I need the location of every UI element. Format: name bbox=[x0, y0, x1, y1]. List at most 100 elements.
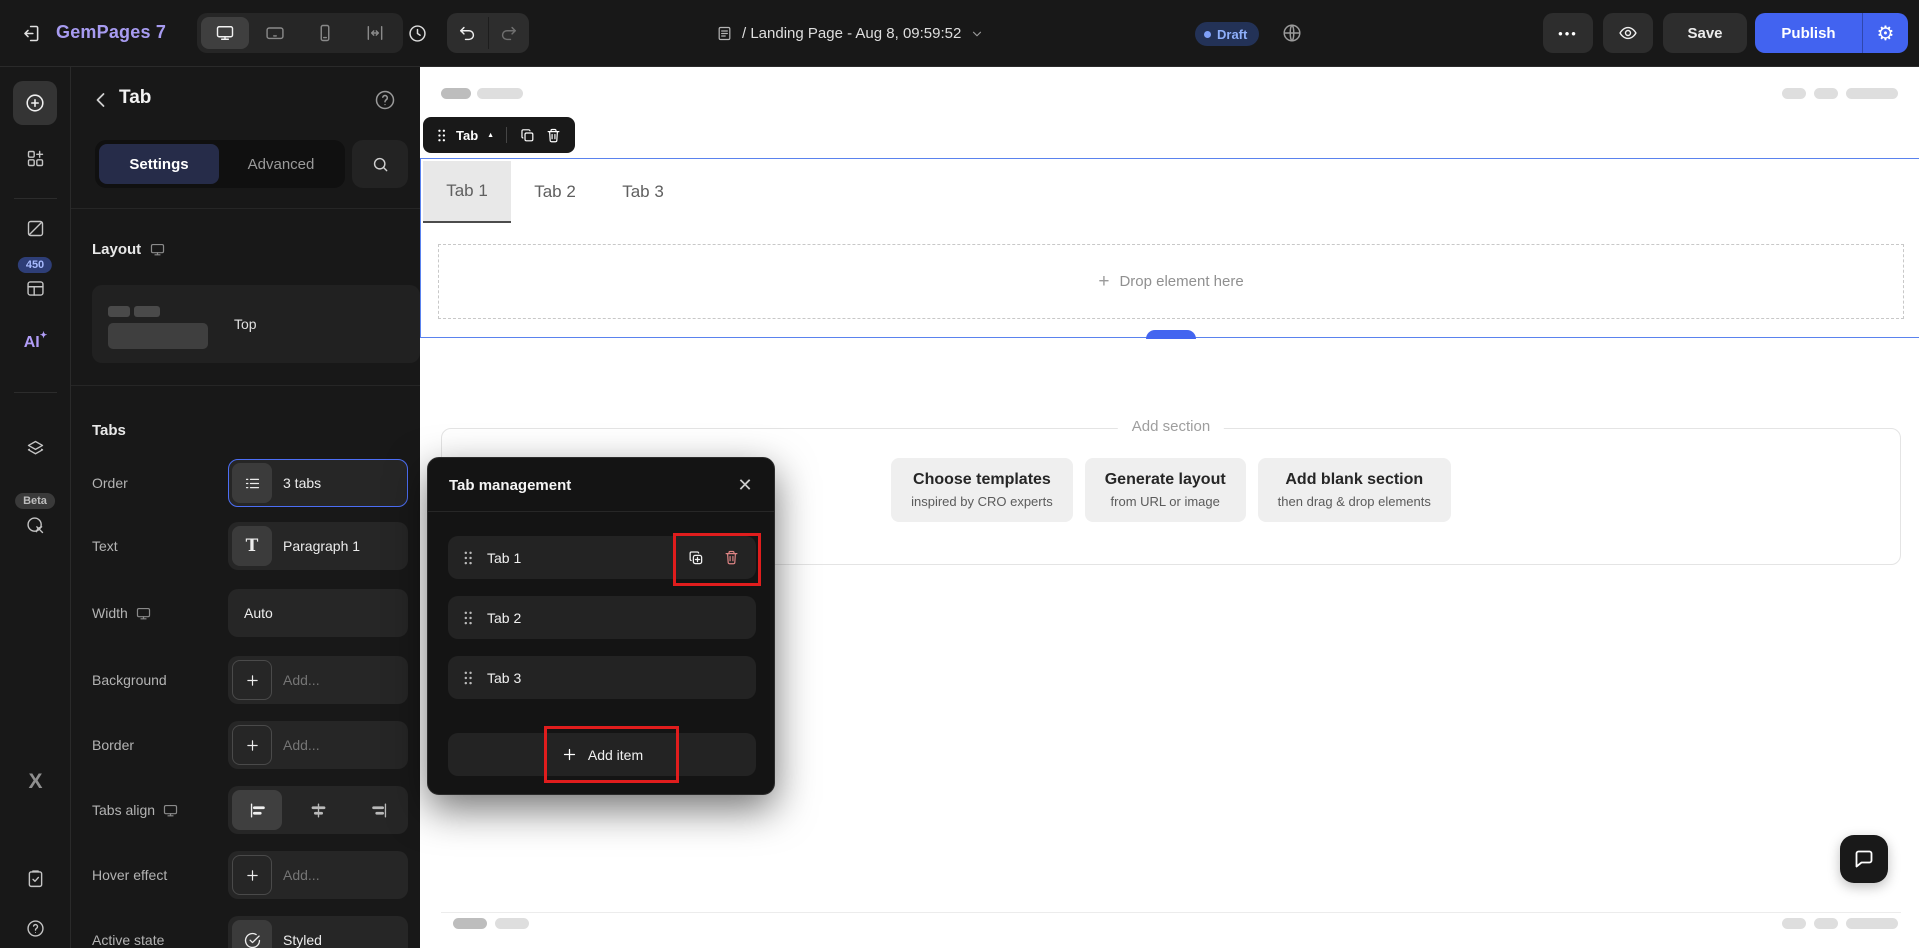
footer-skeleton-bar bbox=[1814, 918, 1838, 929]
panel-help-icon[interactable] bbox=[373, 88, 397, 112]
drop-zone-label: Drop element here bbox=[1119, 273, 1243, 290]
left-icon-sidebar: 450 AI✦ Beta X bbox=[0, 67, 71, 948]
drag-handle-icon[interactable] bbox=[462, 610, 474, 626]
modal-tab-row-3[interactable]: Tab 3 bbox=[448, 656, 756, 699]
drop-element-zone[interactable]: + Drop element here bbox=[438, 244, 1904, 319]
publish-button[interactable]: Publish bbox=[1755, 13, 1862, 53]
modal-tab-row-2[interactable]: Tab 2 bbox=[448, 596, 756, 639]
setting-value: Add... bbox=[283, 867, 320, 883]
panel-search-button[interactable] bbox=[352, 140, 408, 188]
align-right-option[interactable] bbox=[354, 790, 404, 830]
align-left-option[interactable] bbox=[232, 790, 282, 830]
layout-position-card[interactable]: Top bbox=[92, 285, 420, 363]
undo-button[interactable] bbox=[447, 13, 488, 53]
caret-up-icon[interactable]: ▲ bbox=[487, 132, 494, 139]
chevron-down-icon bbox=[970, 27, 984, 41]
panel-divider bbox=[71, 208, 420, 209]
beta-badge: Beta bbox=[15, 493, 55, 509]
setting-label: Width bbox=[92, 589, 152, 637]
drag-handle-icon[interactable] bbox=[462, 550, 474, 566]
choose-templates-button[interactable]: Choose templatesinspired by CRO experts bbox=[891, 458, 1073, 522]
version-history-icon[interactable] bbox=[407, 23, 428, 44]
interactions-button[interactable] bbox=[0, 515, 71, 536]
text-control[interactable]: TParagraph 1 bbox=[228, 522, 408, 570]
setting-label-text: Background bbox=[92, 672, 167, 688]
order-control[interactable]: 3 tabs bbox=[228, 459, 408, 507]
more-options-button[interactable]: ••• bbox=[1543, 13, 1593, 53]
background-control[interactable]: Add... bbox=[228, 656, 408, 704]
layout-thumb-tab2 bbox=[134, 306, 160, 317]
active-state-control[interactable]: Styled bbox=[228, 916, 408, 948]
resize-handle[interactable] bbox=[1146, 330, 1196, 339]
canvas-tab-2[interactable]: Tab 2 bbox=[511, 161, 599, 223]
x-integration-button[interactable]: X bbox=[0, 770, 71, 794]
footer-skeleton-bar bbox=[1846, 918, 1898, 929]
device-mode-mobile[interactable] bbox=[301, 17, 349, 49]
layout-section-heading: Layout bbox=[92, 241, 166, 258]
device-mode-desktop[interactable] bbox=[201, 17, 249, 49]
drag-handle-icon[interactable] bbox=[462, 670, 474, 686]
click-target-icon bbox=[25, 515, 46, 536]
exit-editor-icon[interactable] bbox=[21, 23, 42, 44]
setting-label-text: Tabs align bbox=[92, 802, 155, 818]
publish-settings-gear-icon[interactable]: ⚙ bbox=[1862, 13, 1908, 53]
delete-icon[interactable] bbox=[545, 127, 562, 144]
add-blank-section-button[interactable]: Add blank sectionthen drag & drop elemen… bbox=[1258, 458, 1451, 522]
add-element-button[interactable] bbox=[13, 81, 57, 125]
tablet-icon bbox=[265, 23, 285, 43]
canvas-tab-3[interactable]: Tab 3 bbox=[599, 161, 687, 223]
setting-label-text: Order bbox=[92, 475, 128, 491]
clipboard-check-icon bbox=[25, 868, 46, 889]
hover-effect-control[interactable]: Add... bbox=[228, 851, 408, 899]
annotation-box-add-item bbox=[544, 726, 679, 783]
generate-layout-button[interactable]: Generate layoutfrom URL or image bbox=[1085, 458, 1246, 522]
device-mode-fit-width[interactable] bbox=[351, 17, 399, 49]
preview-button[interactable] bbox=[1603, 13, 1653, 53]
canvas-tab-1[interactable]: Tab 1 bbox=[423, 161, 511, 223]
redo-button[interactable] bbox=[489, 13, 530, 53]
page-title-group[interactable]: / Landing Page - Aug 8, 09:59:52 bbox=[716, 0, 984, 67]
back-chevron-icon[interactable] bbox=[89, 88, 113, 112]
footer-skeleton-bar bbox=[1782, 918, 1806, 929]
pages-button[interactable] bbox=[0, 218, 71, 239]
chat-support-button[interactable] bbox=[1840, 835, 1888, 883]
setting-value: Styled bbox=[283, 932, 322, 948]
align-left-icon bbox=[248, 801, 267, 820]
tab-advanced[interactable]: Advanced bbox=[221, 144, 341, 184]
device-mode-switcher bbox=[197, 13, 403, 53]
templates-button[interactable] bbox=[0, 278, 71, 299]
ai-assistant-button[interactable]: AI✦ bbox=[0, 334, 71, 352]
setting-row-hover-effect: Hover effect Add... bbox=[71, 851, 420, 899]
header-skeleton-bar bbox=[441, 88, 471, 99]
eye-icon bbox=[1618, 23, 1638, 43]
selected-tab-element[interactable]: Tab 1Tab 2Tab 3 + Drop element here bbox=[420, 158, 1919, 338]
add-section-button-title: Add blank section bbox=[1278, 471, 1431, 489]
plus-icon: + bbox=[1098, 271, 1109, 293]
view-live-globe-icon[interactable] bbox=[1281, 22, 1303, 44]
tabs-align-control[interactable] bbox=[228, 786, 408, 834]
tasks-button[interactable] bbox=[0, 868, 71, 889]
layout-thumb-tab1 bbox=[108, 306, 130, 317]
responsive-monitor-icon bbox=[162, 802, 179, 819]
footer-divider bbox=[441, 912, 1901, 913]
width-control[interactable]: Auto bbox=[228, 589, 408, 637]
close-icon[interactable]: ✕ bbox=[734, 474, 756, 496]
tabs-section-heading: Tabs bbox=[92, 422, 126, 439]
add-section-button-subtitle: inspired by CRO experts bbox=[911, 494, 1053, 509]
border-control[interactable]: Add... bbox=[228, 721, 408, 769]
layers-button[interactable] bbox=[0, 438, 71, 459]
tab-settings[interactable]: Settings bbox=[99, 144, 219, 184]
selected-element-label[interactable]: Tab bbox=[456, 128, 478, 143]
tab-management-modal: Tab management ✕ Tab 1Tab 2Tab 3 Add ite… bbox=[427, 457, 775, 795]
drag-handle-icon[interactable] bbox=[436, 128, 447, 143]
duplicate-icon[interactable] bbox=[519, 127, 536, 144]
panel-title: Tab bbox=[119, 87, 151, 109]
add-section-library-button[interactable] bbox=[0, 148, 71, 169]
align-center-option[interactable] bbox=[293, 790, 343, 830]
device-mode-tablet[interactable] bbox=[251, 17, 299, 49]
save-button[interactable]: Save bbox=[1663, 13, 1747, 53]
help-button[interactable] bbox=[0, 918, 71, 939]
setting-label-text: Hover effect bbox=[92, 867, 167, 883]
setting-label: Tabs align bbox=[92, 786, 179, 834]
footer-skeleton-bar bbox=[453, 918, 487, 929]
